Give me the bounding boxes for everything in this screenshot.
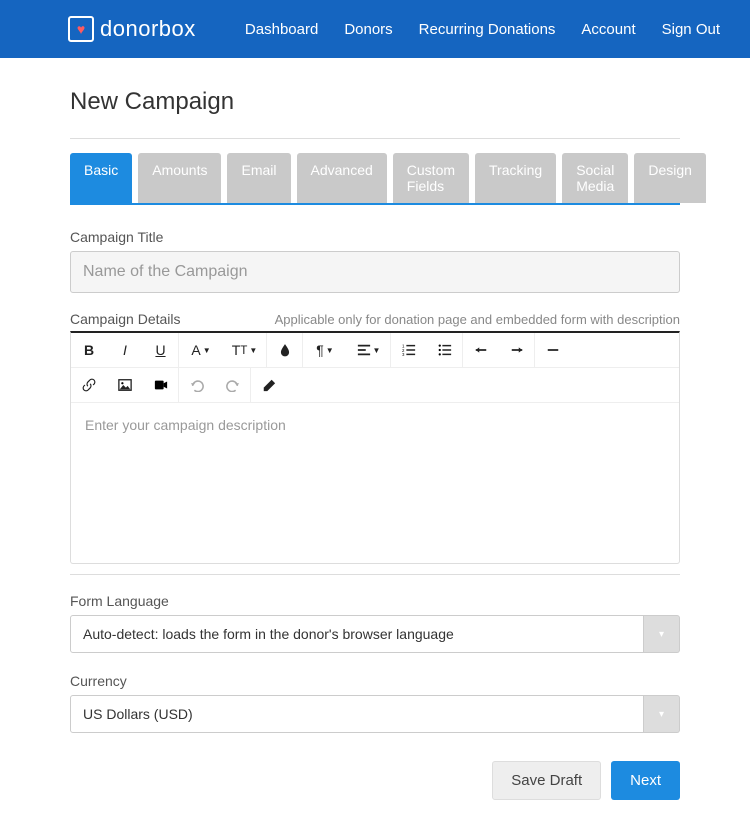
- form-actions: Save Draft Next: [70, 761, 680, 800]
- nav-account[interactable]: Account: [581, 21, 635, 38]
- editor-toolbar: B I U A▼ TT▼ ¶▼ ▼ 123: [71, 333, 679, 403]
- undo-icon[interactable]: [179, 368, 215, 402]
- form-language-value: Auto-detect: loads the form in the donor…: [70, 615, 644, 653]
- tab-custom-fields[interactable]: Custom Fields: [393, 153, 469, 203]
- tab-amounts[interactable]: Amounts: [138, 153, 221, 203]
- paragraph-format-icon[interactable]: ¶▼: [303, 333, 347, 367]
- link-icon[interactable]: [71, 368, 107, 402]
- tab-design[interactable]: Design: [634, 153, 706, 203]
- currency-select[interactable]: US Dollars (USD) ▾: [70, 695, 680, 733]
- svg-text:3: 3: [402, 352, 405, 357]
- bold-icon[interactable]: B: [71, 333, 107, 367]
- campaign-details-label: Campaign Details: [70, 311, 181, 327]
- outdent-icon[interactable]: [463, 333, 499, 367]
- tab-advanced[interactable]: Advanced: [297, 153, 387, 203]
- form-language-select[interactable]: Auto-detect: loads the form in the donor…: [70, 615, 680, 653]
- underline-icon[interactable]: U: [143, 333, 179, 367]
- font-family-icon[interactable]: A▼: [179, 333, 223, 367]
- top-navbar: ♥ donorbox Dashboard Donors Recurring Do…: [0, 0, 750, 58]
- form-tabs: Basic Amounts Email Advanced Custom Fiel…: [70, 153, 680, 205]
- form-language-label: Form Language: [70, 593, 680, 609]
- page-title: New Campaign: [70, 88, 680, 116]
- nav-dashboard[interactable]: Dashboard: [245, 21, 318, 38]
- campaign-details-input[interactable]: Enter your campaign description: [71, 403, 679, 563]
- chevron-down-icon[interactable]: ▾: [644, 695, 680, 733]
- next-button[interactable]: Next: [611, 761, 680, 800]
- indent-icon[interactable]: [499, 333, 535, 367]
- video-icon[interactable]: [143, 368, 179, 402]
- save-draft-button[interactable]: Save Draft: [492, 761, 601, 800]
- align-icon[interactable]: ▼: [347, 333, 391, 367]
- tab-social-media[interactable]: Social Media: [562, 153, 628, 203]
- page-content: New Campaign Basic Amounts Email Advance…: [0, 58, 750, 820]
- image-icon[interactable]: [107, 368, 143, 402]
- brand-name: donorbox: [100, 16, 196, 42]
- currency-label: Currency: [70, 673, 680, 689]
- campaign-details-hint: Applicable only for donation page and em…: [275, 312, 680, 327]
- nav-donors[interactable]: Donors: [344, 21, 392, 38]
- chevron-down-icon[interactable]: ▾: [644, 615, 680, 653]
- brand-logo[interactable]: ♥ donorbox: [68, 16, 196, 42]
- tab-tracking[interactable]: Tracking: [475, 153, 556, 203]
- nav-sign-out[interactable]: Sign Out: [662, 21, 720, 38]
- primary-nav: Dashboard Donors Recurring Donations Acc…: [245, 21, 720, 38]
- ordered-list-icon[interactable]: 123: [391, 333, 427, 367]
- logo-heart-icon: ♥: [68, 16, 94, 42]
- divider: [70, 138, 680, 139]
- font-size-icon[interactable]: TT▼: [223, 333, 267, 367]
- redo-icon[interactable]: [215, 368, 251, 402]
- nav-recurring-donations[interactable]: Recurring Donations: [419, 21, 556, 38]
- italic-icon[interactable]: I: [107, 333, 143, 367]
- currency-value: US Dollars (USD): [70, 695, 644, 733]
- unordered-list-icon[interactable]: [427, 333, 463, 367]
- rich-text-editor: B I U A▼ TT▼ ¶▼ ▼ 123: [70, 331, 680, 564]
- horizontal-rule-icon[interactable]: [535, 333, 571, 367]
- campaign-title-input[interactable]: [70, 251, 680, 293]
- divider: [70, 574, 680, 575]
- color-drop-icon[interactable]: [267, 333, 303, 367]
- eraser-icon[interactable]: [251, 368, 287, 402]
- campaign-title-label: Campaign Title: [70, 229, 680, 245]
- tab-email[interactable]: Email: [227, 153, 290, 203]
- tab-basic[interactable]: Basic: [70, 153, 132, 203]
